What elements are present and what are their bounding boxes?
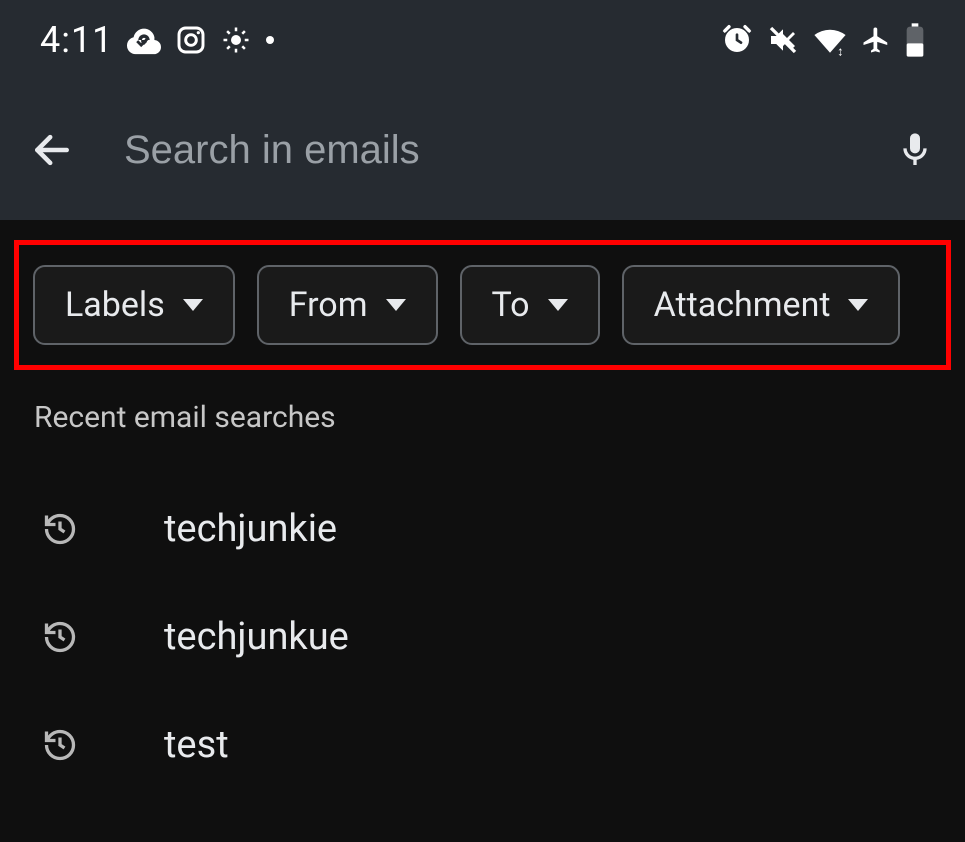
filter-label: Labels [65, 285, 165, 325]
svg-text:↕: ↕ [837, 45, 843, 57]
status-time: 4:11 [40, 19, 113, 61]
recent-header: Recent email searches [34, 400, 931, 435]
chevron-down-icon [848, 299, 868, 311]
cloud-sync-icon [127, 23, 161, 57]
status-bar: 4:11 ↕ [0, 0, 965, 80]
filter-chip-from[interactable]: From [257, 265, 438, 345]
chevron-down-icon [183, 299, 203, 311]
recent-text: techjunkue [164, 615, 349, 659]
filter-label: From [289, 285, 368, 325]
history-icon [42, 619, 78, 655]
battery-icon [905, 23, 925, 57]
arrow-left-icon [30, 128, 74, 172]
filter-chip-attachment[interactable]: Attachment [622, 265, 901, 345]
chevron-down-icon [548, 299, 568, 311]
recent-item[interactable]: techjunkie [34, 475, 931, 583]
mute-icon [767, 24, 799, 56]
mic-icon [895, 126, 935, 174]
filter-label: To [492, 285, 530, 325]
chevron-down-icon [386, 299, 406, 311]
dot-icon [265, 35, 275, 45]
recent-text: techjunkie [164, 507, 337, 551]
recent-text: test [164, 723, 229, 767]
instagram-icon [175, 24, 207, 56]
wifi-icon: ↕ [813, 23, 847, 57]
filter-row-highlight: Labels From To Attachment [14, 240, 951, 370]
status-left: 4:11 [40, 19, 275, 61]
search-input[interactable] [124, 128, 845, 173]
back-button[interactable] [30, 128, 74, 172]
alarm-icon [721, 24, 753, 56]
history-icon [42, 511, 78, 547]
filter-row: Labels From To Attachment [23, 265, 942, 345]
search-bar [0, 80, 965, 220]
recent-item[interactable]: test [34, 691, 931, 799]
recent-section: Recent email searches techjunkie techjun… [0, 370, 965, 799]
filter-label: Attachment [654, 285, 831, 325]
sun-icon [221, 25, 251, 55]
filter-chip-to[interactable]: To [460, 265, 600, 345]
history-icon [42, 727, 78, 763]
status-right: ↕ [721, 23, 925, 57]
recent-item[interactable]: techjunkue [34, 583, 931, 691]
airplane-icon [861, 25, 891, 55]
filter-chip-labels[interactable]: Labels [33, 265, 235, 345]
mic-button[interactable] [895, 126, 935, 174]
